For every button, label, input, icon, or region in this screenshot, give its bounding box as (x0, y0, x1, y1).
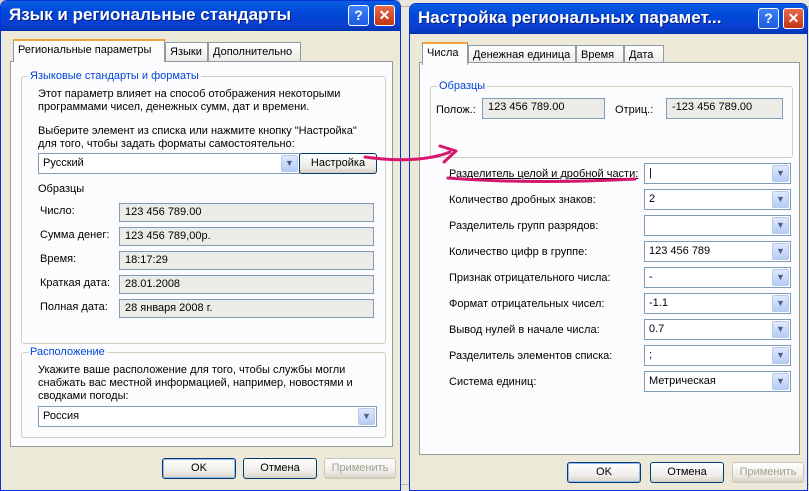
location-description-line: снабжать вас местной информацией, наприм… (38, 377, 353, 389)
sample-value: 123 456 789.00 (119, 203, 374, 222)
apply-button[interactable]: Применить (324, 458, 396, 479)
sample-label: Сумма денег: (40, 229, 110, 241)
group-separator-select[interactable]: ▼ (644, 215, 791, 236)
formats-group: Языковые стандарты и форматы Этот параме… (21, 70, 386, 344)
sample-value: 123 456 789,00р. (119, 227, 374, 246)
setting-value: -1.1 (649, 297, 668, 309)
tab-panel: Образцы Полож.: 123 456 789.00 Отриц.: -… (419, 62, 800, 455)
sample-value: 28.01.2008 (119, 275, 374, 294)
setting-label: Разделитель элементов списка: (449, 350, 613, 362)
ok-button[interactable]: OK (162, 458, 236, 479)
sample-label: Время: (40, 253, 77, 265)
tab-numbers[interactable]: Числа (422, 42, 468, 65)
locale-value: Русский (43, 157, 84, 169)
setting-value: ; (649, 349, 653, 361)
negative-format-select[interactable]: -1.1 ▼ (644, 293, 791, 314)
setting-value: 123 456 789 (649, 245, 711, 257)
help-icon[interactable]: ? (758, 8, 779, 29)
help-icon[interactable]: ? (348, 5, 369, 26)
ok-button[interactable]: OK (567, 462, 641, 483)
setting-label: Признак отрицательного числа: (449, 272, 611, 284)
setting-value: Метрическая (649, 375, 716, 387)
window-title: Язык и региональные стандарты (9, 5, 292, 24)
close-icon[interactable]: ✕ (783, 8, 804, 29)
negative-sign-select[interactable]: - ▼ (644, 267, 791, 288)
instruction-line: Выберите элемент из списка или нажмите к… (38, 125, 357, 137)
digit-grouping-select[interactable]: 123 456 789 ▼ (644, 241, 791, 262)
sample-value: 18:17:29 (119, 251, 374, 270)
sample-value: 28 января 2008 г. (119, 299, 374, 318)
annotation-arrow (363, 144, 637, 184)
group-title: Расположение (28, 346, 107, 358)
chevron-down-icon[interactable]: ▼ (772, 295, 789, 312)
location-group: Расположение Укажите ваше расположение д… (21, 346, 386, 438)
setting-label: Вывод нулей в начале числа: (449, 324, 600, 336)
location-value: Россия (43, 410, 80, 422)
customize-regional-options-dialog: Настройка региональных парамет... ? ✕ Чи… (409, 3, 808, 491)
group-title: Образцы (437, 80, 488, 92)
decimal-separator-select[interactable]: | ▼ (644, 163, 791, 184)
positive-label: Полож.: (436, 104, 476, 116)
positive-sample: 123 456 789.00 (482, 98, 605, 119)
setting-label: Формат отрицательных чисел: (449, 298, 605, 310)
cancel-button[interactable]: Отмена (243, 458, 317, 479)
tab-languages[interactable]: Языки (165, 42, 208, 61)
chevron-down-icon[interactable]: ▼ (772, 347, 789, 364)
cancel-button[interactable]: Отмена (650, 462, 724, 483)
location-description-line: сводками погоды: (38, 390, 129, 402)
chevron-down-icon[interactable]: ▼ (772, 217, 789, 234)
title-bar: Язык и региональные стандарты ? ✕ (1, 1, 400, 31)
location-select[interactable]: Россия ▼ (38, 406, 377, 427)
setting-value: - (649, 271, 653, 283)
close-icon[interactable]: ✕ (374, 5, 395, 26)
chevron-down-icon[interactable]: ▼ (772, 243, 789, 260)
apply-button[interactable]: Применить (732, 462, 804, 483)
sample-label: Полная дата: (40, 301, 108, 313)
list-separator-select[interactable]: ; ▼ (644, 345, 791, 366)
negative-sample: -123 456 789.00 (666, 98, 783, 119)
group-title: Языковые стандарты и форматы (28, 70, 201, 82)
title-bar: Настройка региональных парамет... ? ✕ (410, 4, 807, 34)
setting-label: Количество дробных знаков: (449, 194, 596, 206)
window-title: Настройка региональных парамет... (418, 8, 722, 27)
negative-label: Отриц.: (615, 104, 654, 116)
leading-zeros-select[interactable]: 0.7 ▼ (644, 319, 791, 340)
instruction-line: для того, чтобы задать форматы самостоят… (38, 138, 295, 150)
decimal-digits-select[interactable]: 2 ▼ (644, 189, 791, 210)
description-line: программами чисел, денежных сумм, дат и … (38, 101, 310, 113)
description-line: Этот параметр влияет на способ отображен… (38, 88, 341, 100)
chevron-down-icon[interactable]: ▼ (772, 269, 789, 286)
chevron-down-icon[interactable]: ▼ (281, 155, 298, 172)
location-description-line: Укажите ваше расположение для того, чтоб… (38, 364, 346, 376)
tab-panel: Языковые стандарты и форматы Этот параме… (10, 61, 393, 447)
setting-label: Система единиц: (449, 376, 537, 388)
sample-label: Число: (40, 205, 75, 217)
setting-label: Разделитель групп разрядов: (449, 220, 599, 232)
chevron-down-icon[interactable]: ▼ (772, 165, 789, 182)
setting-label: Количество цифр в группе: (449, 246, 588, 258)
chevron-down-icon[interactable]: ▼ (772, 373, 789, 390)
measurement-system-select[interactable]: Метрическая ▼ (644, 371, 791, 392)
setting-value: 2 (649, 193, 656, 205)
samples-label: Образцы (38, 183, 85, 195)
locale-select[interactable]: Русский ▼ (38, 153, 300, 174)
tab-advanced[interactable]: Дополнительно (208, 42, 301, 61)
chevron-down-icon[interactable]: ▼ (772, 191, 789, 208)
chevron-down-icon[interactable]: ▼ (358, 408, 375, 425)
tab-regional-options[interactable]: Региональные параметры (13, 39, 165, 62)
setting-value: 0.7 (649, 323, 665, 335)
regional-settings-dialog: Язык и региональные стандарты ? ✕ Регион… (0, 0, 401, 491)
sample-label: Краткая дата: (40, 277, 111, 289)
chevron-down-icon[interactable]: ▼ (772, 321, 789, 338)
